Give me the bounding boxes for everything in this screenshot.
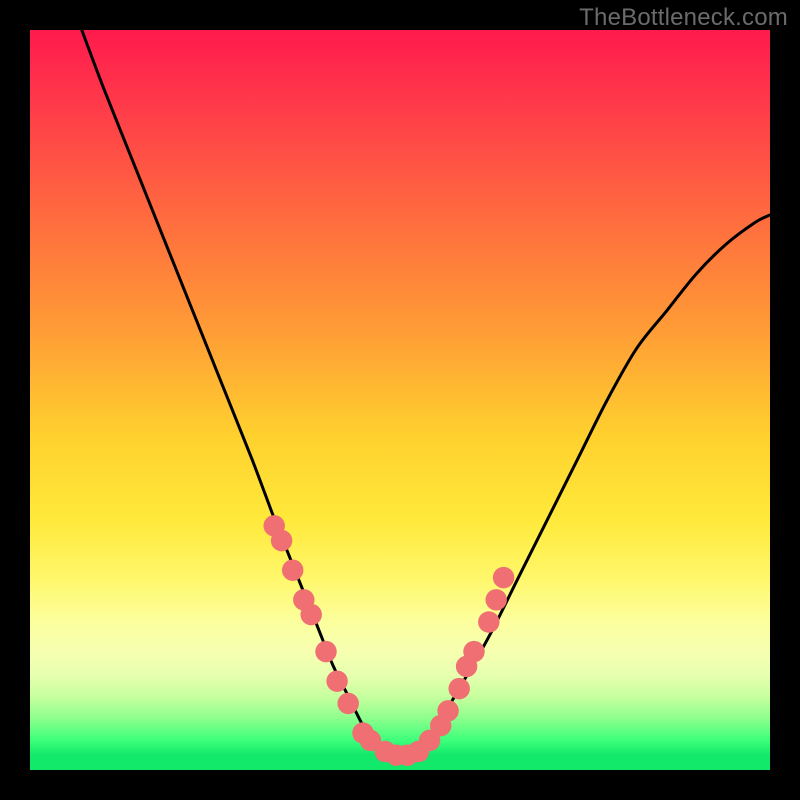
scatter-point [337,693,358,714]
scatter-point [478,611,499,632]
scatter-point [463,641,484,662]
scatter-point [485,589,506,610]
scatter-point [315,641,336,662]
watermark-text: TheBottleneck.com [579,4,788,32]
chart-svg [30,30,770,770]
scatter-point [326,670,347,691]
highlighted-points [263,515,514,766]
scatter-point [282,559,303,580]
chart-frame: TheBottleneck.com [0,0,800,800]
plot-area [30,30,770,770]
scatter-point [300,604,321,625]
bottleneck-curve [82,30,770,756]
scatter-point [448,678,469,699]
scatter-point [437,700,458,721]
scatter-point [493,567,514,588]
scatter-point [271,530,292,551]
